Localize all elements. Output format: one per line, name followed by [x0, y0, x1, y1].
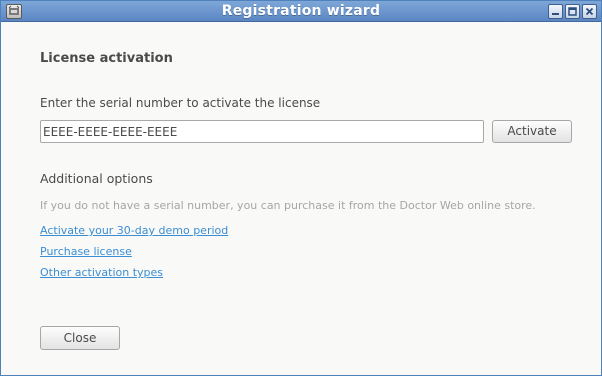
registration-wizard-window: Registration wizard License activation E…: [0, 0, 602, 376]
title-bar[interactable]: Registration wizard: [1, 1, 601, 22]
serial-number-input[interactable]: [40, 120, 484, 143]
purchase-license-link[interactable]: Purchase license: [40, 245, 132, 258]
minimize-button[interactable]: [548, 4, 563, 19]
close-window-button[interactable]: [582, 4, 597, 19]
other-activation-types-link[interactable]: Other activation types: [40, 266, 163, 279]
activate-button[interactable]: Activate: [492, 120, 572, 143]
close-button[interactable]: Close: [40, 326, 120, 350]
additional-options-heading: Additional options: [40, 171, 153, 186]
close-icon: [585, 7, 594, 16]
page-title: License activation: [40, 51, 173, 66]
maximize-icon: [568, 7, 577, 16]
minimize-icon: [552, 13, 559, 15]
maximize-button[interactable]: [565, 4, 580, 19]
serial-number-label: Enter the serial number to activate the …: [40, 96, 321, 110]
demo-period-link[interactable]: Activate your 30-day demo period: [40, 224, 228, 237]
purchase-hint-text: If you do not have a serial number, you …: [40, 199, 536, 212]
window-title: Registration wizard: [221, 3, 381, 19]
